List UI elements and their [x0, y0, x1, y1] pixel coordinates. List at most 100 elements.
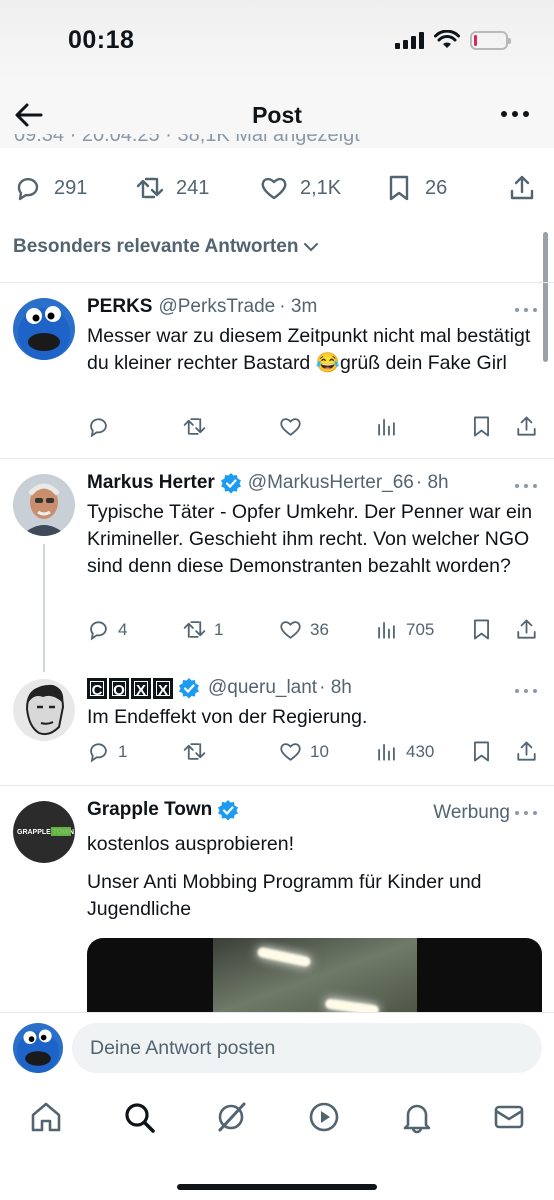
cellular-signal-icon [395, 31, 424, 49]
bookmark-icon [474, 416, 489, 437]
tweet-header: PERKS @PerksTrade · 3m [87, 296, 538, 318]
tweet-text-secondary: Unser Anti Mobbing Programm für Kinder u… [87, 871, 482, 920]
bookmark-icon [389, 175, 409, 201]
tweet-text: kostenlos ausprobieren! [87, 833, 295, 855]
grok-icon[interactable] [214, 1100, 248, 1134]
search-icon[interactable] [122, 1100, 156, 1134]
bookmark-button[interactable] [470, 740, 493, 763]
reply-icon [90, 418, 107, 438]
reply-stat[interactable]: 291 [14, 174, 87, 202]
views-button[interactable]: 430 [375, 740, 434, 763]
reply-tweet[interactable]: PERKS @PerksTrade · 3m Messer war zu die… [0, 282, 554, 458]
author-handle[interactable]: @queru_lant [208, 677, 317, 699]
page-title: Post [252, 102, 302, 128]
tweet-text: Im Endeffekt von der Regierung. [87, 706, 368, 728]
post-meta-clipped: 09:34 · 20.04.25 · 38,1K Mal angezeigt [14, 134, 360, 146]
reply-tweet[interactable]: COXX @queru_lant · 8h Im Endeffekt von d… [0, 663, 554, 785]
views-button[interactable]: 705 [375, 618, 434, 641]
author-name[interactable]: PERKS [87, 296, 152, 318]
tweet-header: COXX @queru_lant · 8h [87, 677, 538, 699]
repost-button[interactable]: 1 [183, 618, 223, 641]
like-count: 2,1K [300, 176, 342, 199]
battery-icon [470, 30, 511, 50]
more-icon[interactable] [514, 306, 538, 314]
reply-button[interactable]: 4 [87, 618, 127, 641]
repost-button[interactable] [183, 740, 206, 763]
like-icon [280, 743, 301, 761]
bottom-tab-bar [0, 1084, 554, 1200]
home-icon[interactable] [29, 1100, 63, 1134]
reply-icon [17, 178, 39, 201]
avatar[interactable]: GRAPPLE TOWN [13, 801, 75, 863]
share-icon [510, 175, 534, 200]
more-icon[interactable] [514, 687, 538, 695]
person-avatar [13, 474, 75, 536]
like-stat[interactable]: 2,1K [260, 174, 341, 202]
reply-icon [90, 743, 107, 763]
grapple-town-logo: GRAPPLE TOWN [13, 801, 75, 863]
more-icon[interactable] [514, 482, 538, 490]
like-button[interactable]: 10 [279, 740, 329, 763]
like-icon [280, 621, 301, 639]
reply-composer: Deine Antwort posten [0, 1012, 554, 1084]
ad-label: Werbung [433, 802, 510, 823]
status-icons [395, 30, 511, 50]
tweet-actions: 1 10 430 [87, 740, 538, 766]
bookmark-icon [474, 619, 489, 640]
tweet-time: · 3m [279, 296, 318, 317]
post-stats: 291 241 2,1K 26 [0, 168, 554, 214]
avatar[interactable] [13, 298, 75, 360]
repost-button[interactable] [183, 415, 206, 438]
reply-count: 291 [54, 176, 88, 199]
repost-count: 241 [176, 176, 210, 199]
tweet-text: Typische Täter - Opfer Umkehr. Der Penne… [87, 501, 533, 577]
bookmark-button[interactable] [470, 618, 493, 641]
cartoon-face-avatar [13, 679, 75, 741]
bookmark-icon [474, 741, 489, 762]
messages-icon[interactable] [492, 1100, 526, 1134]
bookmark-stat[interactable]: 26 [385, 174, 447, 202]
reply-button[interactable]: 1 [87, 740, 127, 763]
author-name[interactable]: Grapple Town [87, 799, 212, 821]
bookmark-button[interactable] [470, 415, 493, 438]
author-handle[interactable]: @MarkusHerter_66 [248, 472, 414, 494]
video-icon[interactable] [307, 1100, 341, 1134]
wifi-icon [434, 30, 460, 48]
tweet-time: · 8h [415, 472, 449, 493]
reply-tweet[interactable]: Markus Herter @MarkusHerter_66 · 8h Typi… [0, 458, 554, 672]
views-button[interactable] [375, 415, 398, 438]
tweet-header: Markus Herter @MarkusHerter_66 · 8h [87, 472, 538, 494]
repost-stat[interactable]: 241 [136, 174, 209, 202]
author-handle[interactable]: @PerksTrade [158, 296, 275, 318]
like-button[interactable]: 36 [279, 618, 329, 641]
views-icon [378, 419, 395, 436]
repost-icon [183, 743, 206, 760]
thread-line [43, 544, 45, 672]
notifications-icon[interactable] [400, 1100, 434, 1134]
reply-input[interactable]: Deine Antwort posten [72, 1023, 542, 1073]
tweet-text: Messer war zu diesem Zeitpunkt nicht mal… [87, 325, 531, 374]
more-icon[interactable] [500, 106, 530, 122]
like-button[interactable] [279, 415, 302, 438]
avatar[interactable] [13, 679, 75, 741]
tweet-actions [87, 415, 538, 441]
share-button[interactable] [515, 415, 538, 438]
ad-video-thumbnail[interactable] [87, 938, 542, 1018]
home-indicator[interactable] [177, 1184, 377, 1190]
more-icon[interactable] [514, 809, 538, 817]
verified-icon [220, 473, 241, 494]
reply-sort-filter[interactable]: Besonders relevante Antworten [13, 236, 320, 258]
avatar[interactable] [13, 1023, 63, 1073]
avatar[interactable] [13, 474, 75, 536]
share-button[interactable] [515, 740, 538, 763]
reply-icon [90, 621, 107, 641]
share-button[interactable] [515, 618, 538, 641]
like-count: 36 [310, 619, 329, 639]
reply-button[interactable] [87, 415, 110, 438]
video-frame [213, 938, 417, 1018]
tweet-actions: 4 1 36 705 [87, 618, 538, 644]
repost-icon [136, 177, 164, 199]
author-name[interactable]: COXX [87, 677, 173, 699]
author-name[interactable]: Markus Herter [87, 472, 215, 494]
share-button[interactable] [508, 174, 536, 202]
